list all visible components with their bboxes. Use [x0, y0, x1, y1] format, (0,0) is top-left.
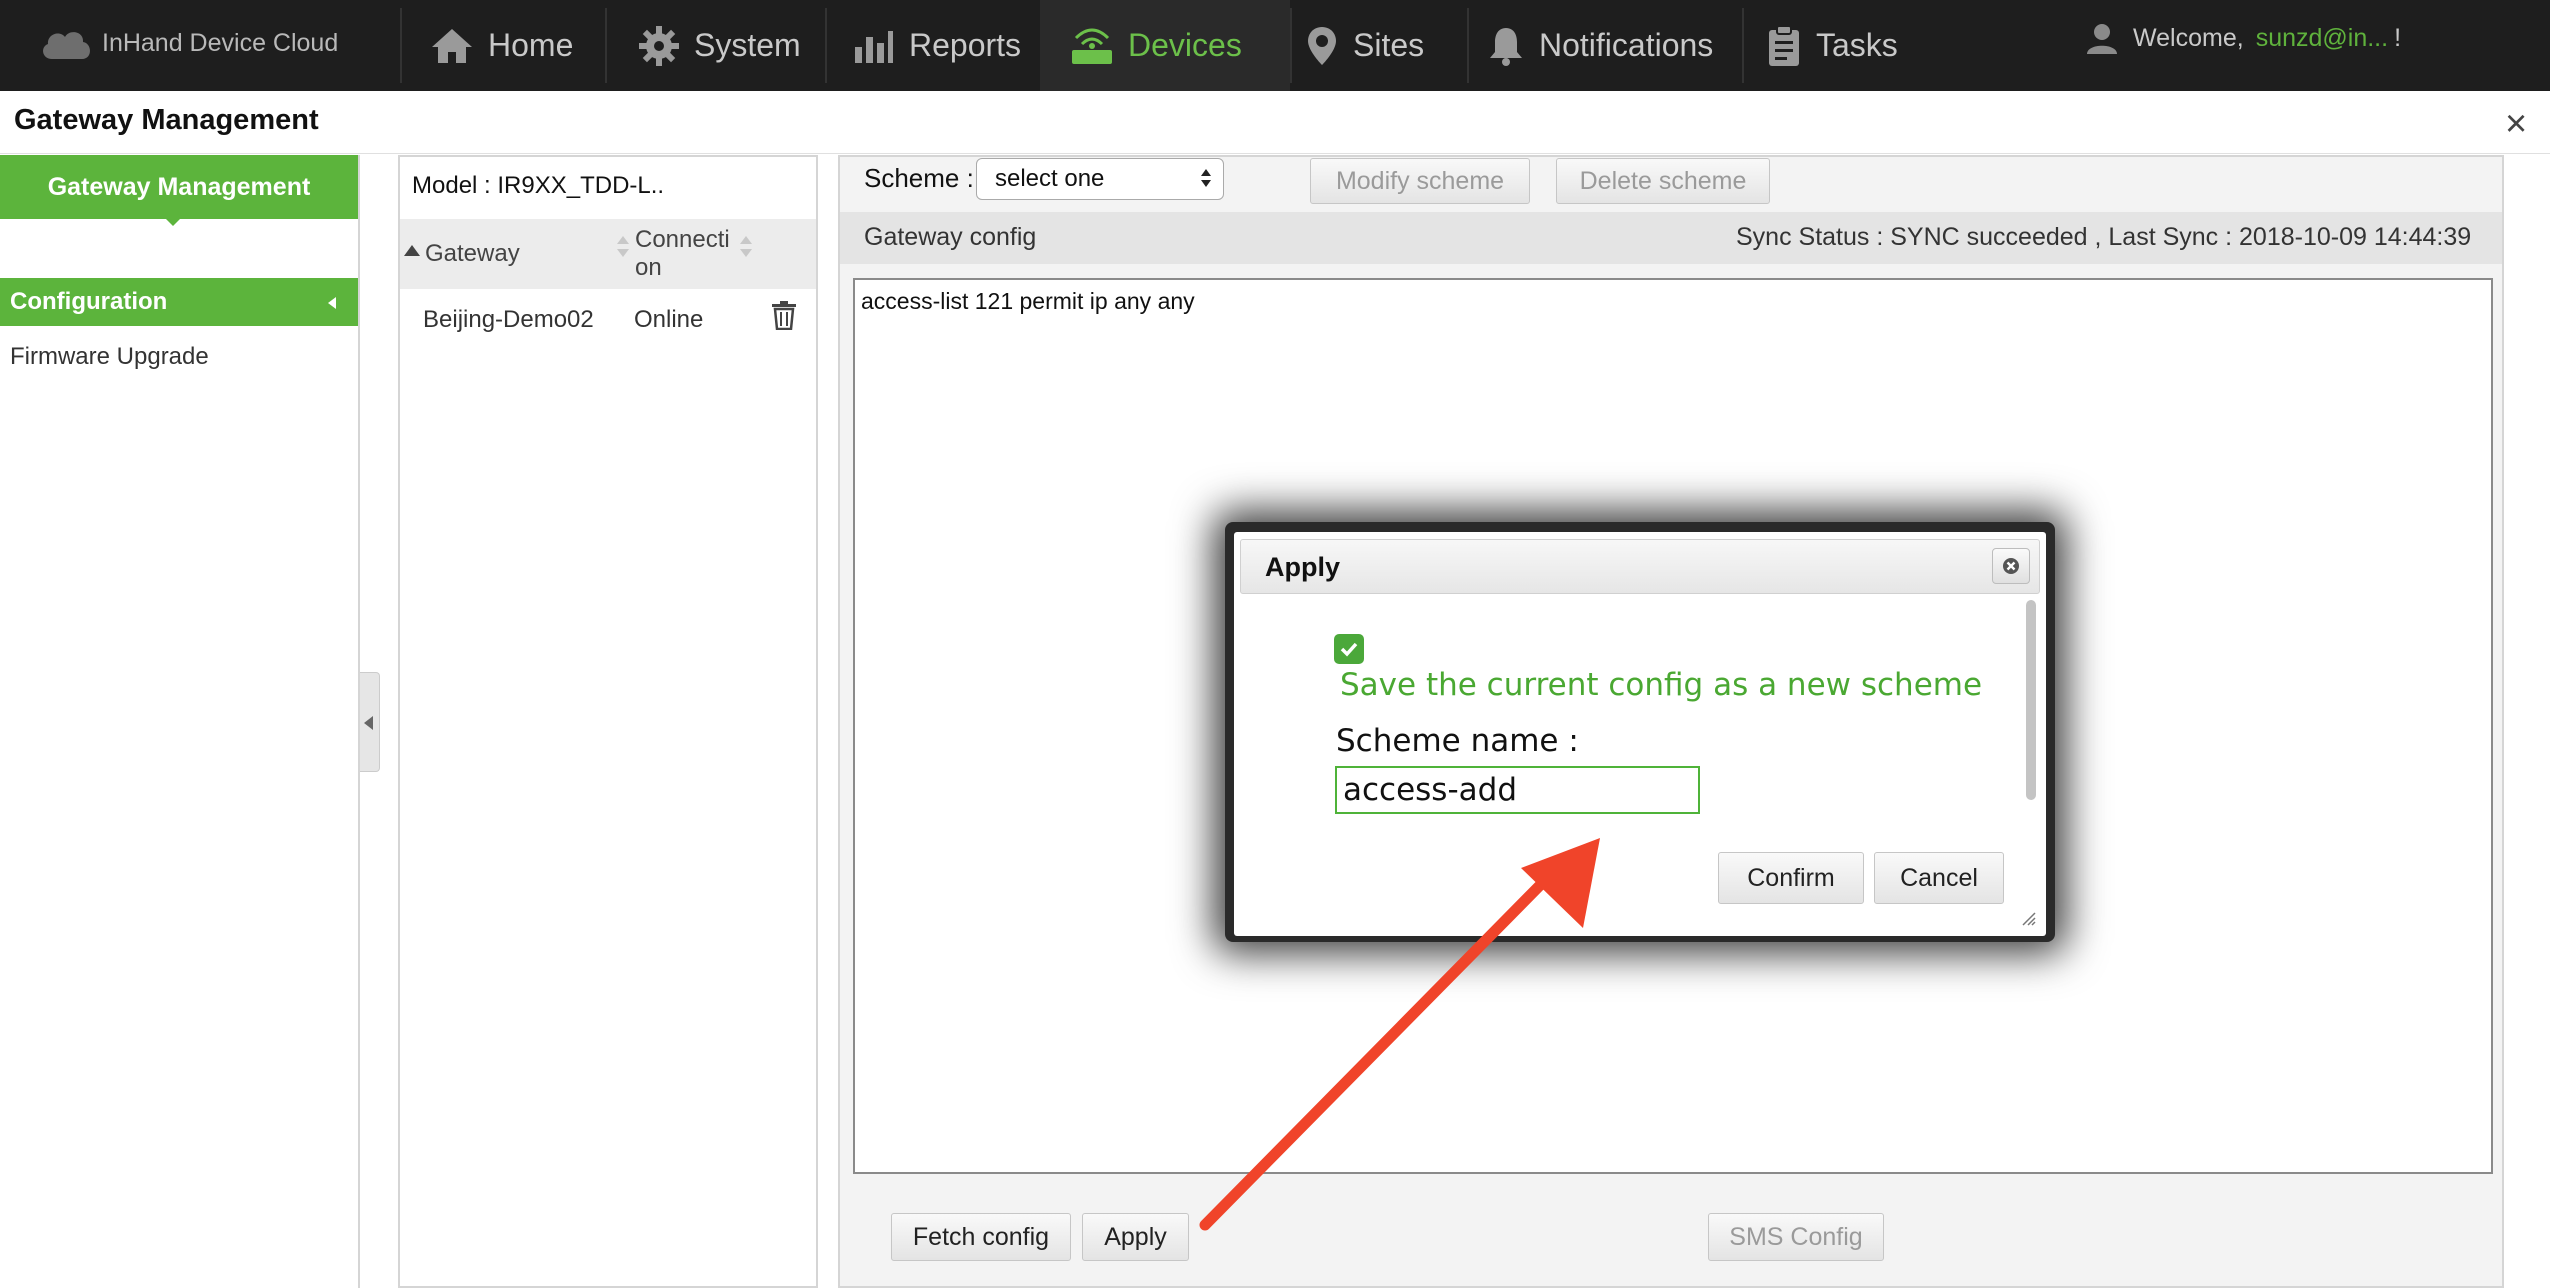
fetch-config-button[interactable]: Fetch config [891, 1213, 1071, 1261]
welcome-area: Welcome, sunzd@in... ! [2085, 18, 2401, 58]
nav-separator [1742, 8, 1744, 83]
nav-separator [605, 8, 607, 83]
welcome-suffix: ! [2394, 23, 2402, 52]
caret-left-icon [328, 297, 336, 309]
clipboard-icon [1769, 24, 1799, 66]
modify-scheme-button[interactable]: Modify scheme [1310, 158, 1530, 204]
nav-sites-label: Sites [1353, 27, 1425, 63]
bell-icon [1490, 27, 1522, 66]
modal-header [1240, 539, 2040, 594]
modal-title: Apply [1265, 552, 1341, 582]
nav-separator [400, 8, 402, 83]
nav-devices-label: Devices [1128, 27, 1242, 63]
nav-devices[interactable]: Devices [1040, 0, 1290, 91]
delete-scheme-button[interactable]: Delete scheme [1556, 158, 1770, 204]
map-pin-icon [1308, 26, 1336, 65]
sidebar-item-firmware-upgrade[interactable]: Firmware Upgrade [10, 343, 209, 371]
nav-separator [1290, 8, 1292, 83]
close-dialog-button[interactable]: × [2505, 104, 2527, 144]
nav-separator [1467, 8, 1469, 83]
scheme-name-input[interactable] [1335, 766, 1700, 814]
sort-icon[interactable] [617, 236, 629, 260]
column-header-connection[interactable]: Connecti on [635, 226, 745, 282]
sidebar-item-label: Configuration [10, 288, 168, 315]
apply-button[interactable]: Apply [1082, 1213, 1189, 1261]
cancel-button[interactable]: Cancel [1874, 852, 2004, 904]
modal-scrollbar[interactable] [2026, 600, 2036, 800]
welcome-label: Welcome, [2133, 23, 2244, 52]
page-title: Gateway Management [14, 104, 319, 136]
bar-chart-icon [855, 30, 893, 63]
cloud-icon [43, 32, 90, 59]
home-icon [432, 28, 472, 63]
save-as-scheme-checkbox[interactable] [1334, 634, 1364, 664]
nav-reports[interactable]: Reports [853, 0, 1021, 91]
collapse-sidebar-handle[interactable] [360, 672, 380, 772]
scheme-select-value: select one [995, 165, 1105, 192]
nav-tasks[interactable]: Tasks [1766, 0, 1898, 91]
sort-icon[interactable] [740, 236, 752, 260]
nav-home[interactable]: Home [430, 0, 573, 91]
check-icon [1340, 642, 1358, 657]
nav-notifications[interactable]: Notifications [1487, 0, 1713, 91]
dialog-header [0, 91, 2550, 154]
nav-home-label: Home [488, 27, 574, 63]
sidebar-item-configuration[interactable]: Configuration [0, 278, 358, 326]
save-as-scheme-label[interactable]: Save the current config as a new scheme [1340, 667, 1982, 703]
nav-separator [825, 8, 827, 83]
nav-sites[interactable]: Sites [1305, 0, 1424, 91]
nav-system-label: System [694, 27, 801, 63]
modal-close-button[interactable] [1992, 548, 2030, 584]
gear-icon [639, 25, 679, 66]
model-label: Model : IR9XX_TDD-L.. [412, 172, 665, 199]
scheme-label: Scheme : [864, 163, 974, 193]
nav-system[interactable]: System [638, 0, 801, 91]
gateway-name-cell[interactable]: Beijing-Demo02 [423, 306, 594, 334]
resize-grip-icon[interactable] [2020, 910, 2036, 931]
select-arrows-icon [1201, 167, 1213, 191]
trash-icon[interactable] [770, 300, 798, 335]
sms-config-button[interactable]: SMS Config [1708, 1213, 1884, 1261]
user-icon [2087, 24, 2117, 54]
confirm-button[interactable]: Confirm [1718, 852, 1864, 904]
nav-reports-label: Reports [909, 27, 1022, 63]
user-link[interactable]: sunzd@in... [2256, 24, 2388, 53]
sidebar-title-pointer [164, 217, 182, 226]
scheme-name-label: Scheme name : [1336, 723, 1579, 759]
top-navigation-bar: InHand Device Cloud Home System Reports … [0, 0, 2550, 91]
router-icon [1072, 28, 1112, 64]
nav-tasks-label: Tasks [1816, 27, 1898, 63]
brand-logo[interactable]: InHand Device Cloud [38, 18, 338, 68]
close-icon [2003, 558, 2019, 574]
config-title: Gateway config [864, 223, 1037, 251]
sort-ascending-icon[interactable] [404, 245, 420, 256]
sync-status: Sync Status : SYNC succeeded , Last Sync… [1736, 223, 2472, 251]
gateway-connection-cell: Online [634, 306, 704, 333]
scheme-select[interactable]: select one [976, 158, 1224, 200]
column-header-gateway[interactable]: Gateway [425, 240, 520, 268]
sidebar-title[interactable]: Gateway Management [0, 155, 358, 219]
brand-name: InHand Device Cloud [102, 28, 339, 57]
nav-notifications-label: Notifications [1539, 27, 1714, 63]
